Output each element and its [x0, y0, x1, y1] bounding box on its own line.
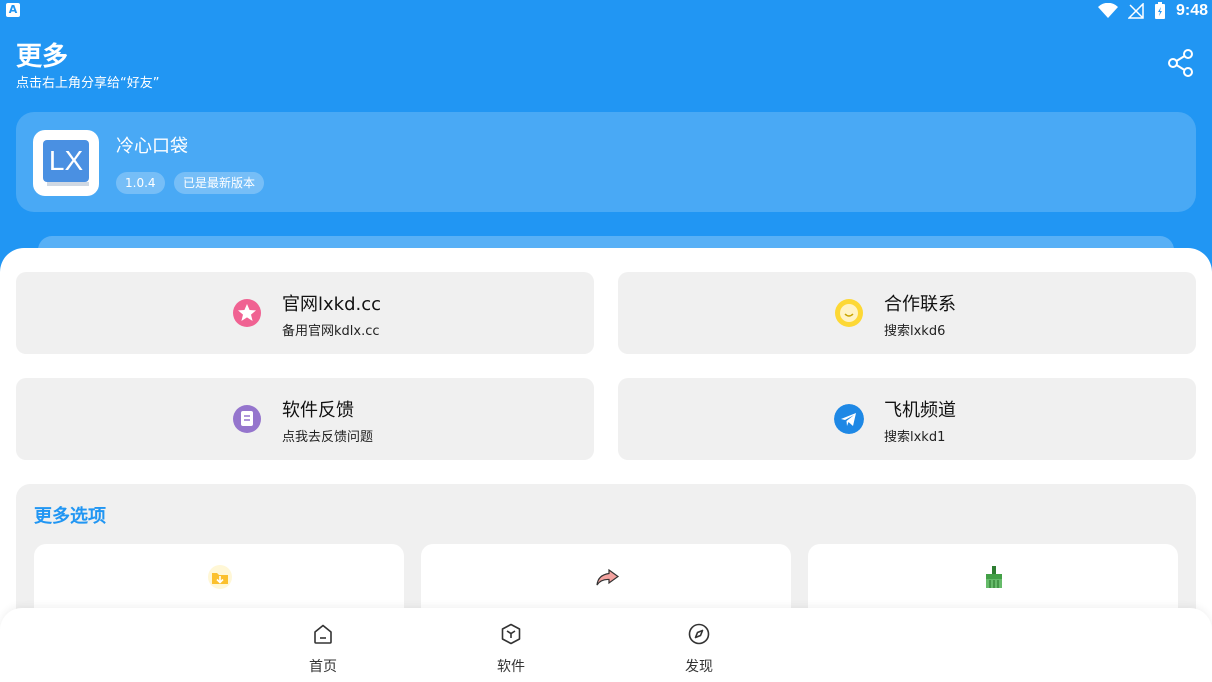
- app-logo: LX: [33, 130, 99, 196]
- link-card-contact[interactable]: 合作联系 搜索lxkd6: [618, 272, 1196, 354]
- link-title: 软件反馈: [282, 400, 354, 421]
- logo-shadow: [47, 182, 89, 186]
- app-info-card[interactable]: LX 冷心口袋 1.0.4 已是最新版本: [16, 112, 1196, 212]
- home-icon: [314, 624, 332, 644]
- more-options-title: 更多选项: [34, 506, 106, 527]
- link-title: 官网lxkd.cc: [282, 294, 382, 315]
- app-logo-text: LX: [43, 140, 89, 182]
- clean-brush-icon: [986, 566, 1002, 588]
- smile-icon: [835, 299, 863, 327]
- link-subtitle: 搜索lxkd6: [884, 324, 946, 339]
- nav-label: 首页: [309, 659, 337, 675]
- nav-item-software[interactable]: 软件: [471, 622, 551, 678]
- update-status-badge: 已是最新版本: [174, 172, 265, 194]
- star-icon: [233, 299, 261, 327]
- wifi-icon: [1097, 3, 1118, 18]
- page-title: 更多: [16, 42, 69, 72]
- nav-item-discover[interactable]: 发现: [659, 622, 739, 678]
- link-card-feedback[interactable]: 软件反馈 点我去反馈问题: [16, 378, 594, 460]
- no-signal-icon: [1127, 3, 1144, 19]
- page-subtitle: 点击右上角分享给“好友”: [16, 76, 160, 91]
- version-badge: 1.0.4: [116, 172, 165, 194]
- app-name: 冷心口袋: [116, 136, 188, 157]
- cube-icon: [501, 623, 521, 645]
- link-subtitle: 搜索lxkd1: [884, 430, 946, 445]
- share-icon[interactable]: [1166, 48, 1196, 78]
- clock: 9:48: [1175, 2, 1208, 19]
- link-card-telegram[interactable]: 飞机频道 搜索lxkd1: [618, 378, 1196, 460]
- nav-label: 软件: [497, 659, 525, 675]
- app-notification-badge: A: [6, 3, 20, 17]
- link-title: 合作联系: [884, 294, 956, 315]
- feedback-icon: [233, 405, 261, 433]
- nav-label: 发现: [685, 659, 713, 675]
- compass-icon: [688, 623, 710, 645]
- link-subtitle: 点我去反馈问题: [282, 430, 374, 445]
- link-title: 飞机频道: [884, 400, 956, 421]
- telegram-icon: [834, 404, 864, 434]
- battery-icon: [1154, 2, 1165, 19]
- status-bar: A 9:48: [0, 0, 1212, 22]
- link-subtitle: 备用官网kdlx.cc: [282, 324, 380, 339]
- download-folder-icon: [208, 565, 232, 589]
- nav-item-home[interactable]: 首页: [283, 622, 363, 678]
- share-arrow-icon: [596, 568, 620, 586]
- link-card-website[interactable]: 官网lxkd.cc 备用官网kdlx.cc: [16, 272, 594, 354]
- bottom-navigation: 首页 软件 发现: [0, 608, 1212, 682]
